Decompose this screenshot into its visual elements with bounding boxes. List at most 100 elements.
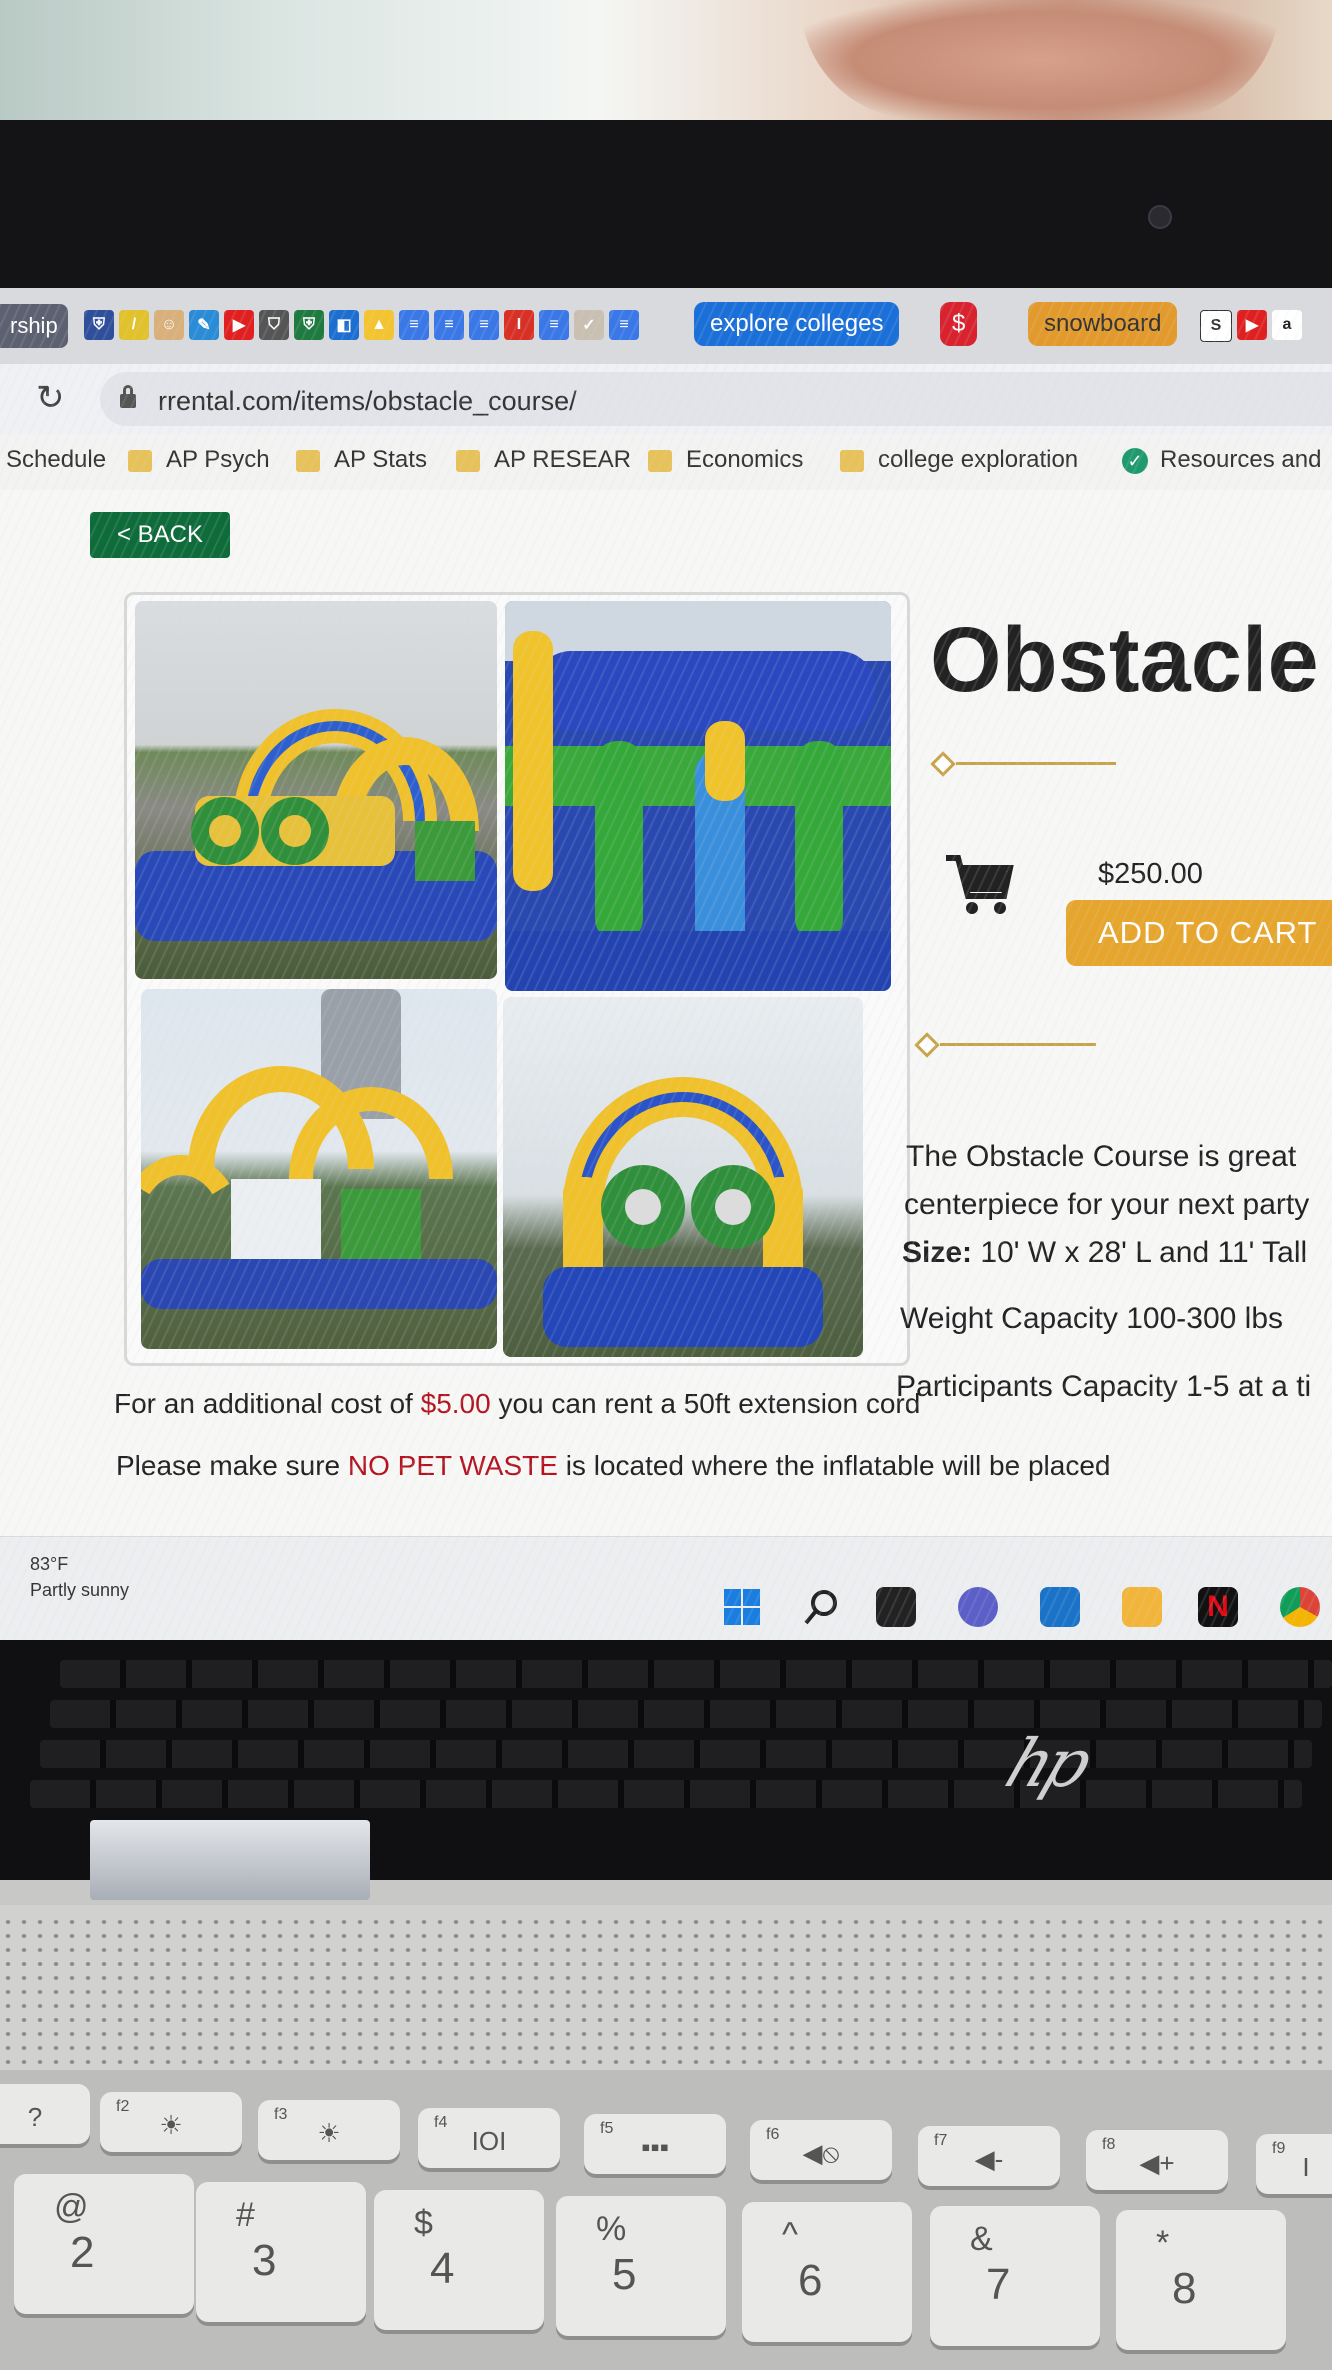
- youtube-favicon-icon-2[interactable]: ▶: [1237, 310, 1267, 340]
- tab-group-explore-colleges[interactable]: explore colleges: [694, 302, 900, 346]
- bookmark-label: Schedule: [6, 446, 107, 473]
- shield-favicon-icon[interactable]: ⛨: [84, 310, 114, 340]
- classroom-favicon-icon[interactable]: ◧: [329, 310, 359, 340]
- shield-green-favicon-icon[interactable]: ⛨: [294, 310, 324, 340]
- fn-key-f3[interactable]: f3 ☀: [258, 2100, 400, 2160]
- webcam-icon: [1148, 205, 1172, 229]
- key-main-label: 5: [612, 2250, 637, 2299]
- fn-key-f9[interactable]: f9 I: [1256, 2134, 1332, 2194]
- add-to-cart-button[interactable]: ADD TO CART: [1066, 900, 1332, 966]
- omnibox[interactable]: rrental.com/items/obstacle_course/: [100, 372, 1332, 426]
- text-favicon-icon[interactable]: I: [504, 310, 534, 340]
- key-row: [30, 1780, 1302, 1808]
- fn-key-f6[interactable]: f6 ◀⦸: [750, 2120, 892, 2180]
- docs-favicon-icon-5[interactable]: ≡: [609, 310, 639, 340]
- size-line: Size: 10' W x 28' L and 11' Tall: [902, 1236, 1307, 1270]
- fn-key-f8[interactable]: f8 ◀+: [1086, 2130, 1228, 2190]
- drive-favicon-icon[interactable]: ▲: [364, 310, 394, 340]
- crest-favicon-icon[interactable]: ⛉: [259, 310, 289, 340]
- docs-favicon-icon-3[interactable]: ≡: [469, 310, 499, 340]
- keyboard-backlight-icon: ▪▪▪: [641, 2132, 669, 2162]
- task-view-icon[interactable]: [876, 1587, 916, 1627]
- key-3[interactable]: #3: [196, 2182, 366, 2322]
- person-favicon-icon[interactable]: ☺: [154, 310, 184, 340]
- key-5[interactable]: % 5: [556, 2196, 726, 2336]
- windows-start-icon[interactable]: [722, 1587, 762, 1627]
- bookmark-ap-stats[interactable]: AP Stats: [296, 446, 427, 474]
- volume-up-icon: ◀+: [1139, 2148, 1175, 2178]
- mail-icon[interactable]: [1040, 1587, 1080, 1627]
- edit-favicon-icon[interactable]: ✎: [189, 310, 219, 340]
- bookmark-schedule[interactable]: Schedule: [6, 446, 106, 474]
- key-2[interactable]: @2: [14, 2174, 194, 2314]
- back-button[interactable]: < BACK: [90, 512, 230, 558]
- bookmark-ap-research[interactable]: AP RESEAR: [456, 446, 631, 474]
- docs-favicon-icon-4[interactable]: ≡: [539, 310, 569, 340]
- check-favicon-icon[interactable]: ✓: [574, 310, 604, 340]
- amazon-favicon-icon[interactable]: a: [1272, 310, 1302, 340]
- brightness-down-icon: ☀: [159, 2110, 183, 2140]
- folder-icon: [648, 449, 672, 472]
- bookmark-label: AP Psych: [166, 446, 270, 473]
- s-favicon-icon[interactable]: S: [1200, 310, 1232, 342]
- docs-favicon-icon-1[interactable]: ≡: [399, 310, 429, 340]
- size-value: 10' W x 28' L and 11' Tall: [972, 1236, 1308, 1269]
- search-icon[interactable]: [802, 1587, 842, 1627]
- laptop-bezel: [0, 120, 1332, 290]
- reload-icon[interactable]: ↻: [36, 378, 65, 418]
- cord-note-suffix: you can rent a 50ft extension cord: [490, 1388, 921, 1419]
- key-shift-label: $: [414, 2204, 433, 2242]
- participants-capacity: Participants Capacity 1-5 at a ti: [896, 1370, 1312, 1403]
- netflix-icon[interactable]: N: [1198, 1587, 1238, 1627]
- brightness-up-icon: ☀: [317, 2118, 341, 2148]
- bookmark-economics[interactable]: Economics: [648, 446, 803, 474]
- product-photo-4[interactable]: [503, 997, 863, 1357]
- bookmark-resources[interactable]: ✓ Resources and: [1122, 446, 1321, 474]
- display-switch-icon: IOI: [471, 2126, 507, 2156]
- cart-icon: [944, 852, 1014, 921]
- bookmark-ap-psych[interactable]: AP Psych: [128, 446, 270, 474]
- weight-capacity: Weight Capacity 100-300 lbs: [900, 1302, 1283, 1335]
- file-explorer-icon[interactable]: [1122, 1587, 1162, 1627]
- product-photo-3[interactable]: [141, 989, 497, 1349]
- tab-scholarship[interactable]: rship: [0, 304, 68, 348]
- striped-favicon-icon[interactable]: /: [119, 310, 149, 340]
- speaker-grille-pattern: [0, 1915, 1332, 2085]
- fn-key-1[interactable]: ?: [0, 2084, 90, 2144]
- price-divider: [940, 1043, 1096, 1046]
- fn-key-f7[interactable]: f7 ◀-: [918, 2126, 1060, 2186]
- description-line-2: centerpiece for your next party: [904, 1188, 1310, 1221]
- fn-key-f4[interactable]: f4 IOI: [418, 2108, 560, 2168]
- key-8[interactable]: * 8: [1116, 2210, 1286, 2350]
- address-bar-row: ↻ rrental.com/items/obstacle_course/: [0, 364, 1332, 434]
- web-page: < BACK Obstacle $250.00 ADD TO CART The …: [0, 490, 1332, 1658]
- url-text[interactable]: rrental.com/items/obstacle_course/: [158, 386, 577, 417]
- browser-tab-bar: rship ⛨ / ☺ ✎ ▶ ⛉ ⛨ ◧ ▲ ≡ ≡ ≡ I ≡ ✓ ≡ ex…: [0, 288, 1332, 365]
- docs-favicon-icon-2[interactable]: ≡: [434, 310, 464, 340]
- tab-group-dollar[interactable]: $: [940, 302, 978, 346]
- folder-icon: [840, 449, 864, 472]
- key-shift-label: %: [596, 2210, 627, 2248]
- tab-group-snowboard[interactable]: snowboard: [1028, 302, 1178, 346]
- bookmarks-bar: Schedule AP Psych AP Stats AP RESEAR Eco…: [0, 434, 1332, 492]
- product-photo-1[interactable]: [135, 601, 497, 979]
- weather-widget[interactable]: 83°F Partly sunny: [30, 1551, 129, 1603]
- chat-icon[interactable]: [958, 1587, 998, 1627]
- fn-key-symbol: I: [1302, 2152, 1310, 2182]
- folder-icon: [128, 449, 152, 472]
- chrome-icon[interactable]: [1280, 1587, 1320, 1627]
- check-shield-icon: ✓: [1122, 447, 1148, 474]
- bookmark-college-exploration[interactable]: college exploration: [840, 446, 1078, 474]
- product-photo-2[interactable]: [505, 601, 891, 991]
- trailing-favicons: S ▶ a: [1200, 310, 1302, 342]
- youtube-favicon-icon[interactable]: ▶: [224, 310, 254, 340]
- key-7[interactable]: & 7: [930, 2206, 1100, 2346]
- size-label: Size:: [902, 1236, 973, 1269]
- pinned-tab-favicons: ⛨ / ☺ ✎ ▶ ⛉ ⛨ ◧ ▲ ≡ ≡ ≡ I ≡ ✓ ≡: [84, 310, 639, 340]
- key-4[interactable]: $4: [374, 2190, 544, 2330]
- fn-key-f2[interactable]: f2 ☀: [100, 2092, 242, 2152]
- pet-note-suffix: is located where the inflatable will be …: [557, 1450, 1111, 1481]
- inflatable-illustration: [141, 989, 497, 1309]
- fn-key-f5[interactable]: f5 ▪▪▪: [584, 2114, 726, 2174]
- key-6[interactable]: ^ 6: [742, 2202, 912, 2342]
